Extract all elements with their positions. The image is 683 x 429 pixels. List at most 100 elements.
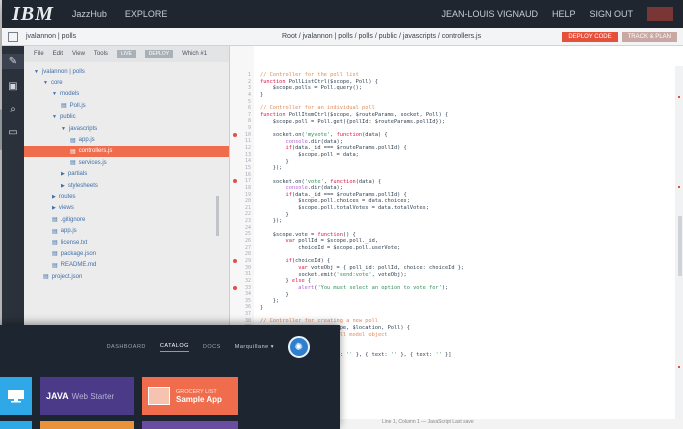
error-marker-icon[interactable] (233, 285, 237, 290)
nav-dashboard[interactable]: DASHBOARD (107, 344, 146, 350)
code-line[interactable]: } (260, 212, 683, 219)
tree-item[interactable]: ▼ jvalannon | polls (24, 66, 229, 77)
nav-docs[interactable]: DOCS (203, 344, 221, 350)
avatar[interactable] (647, 7, 673, 21)
edit-icon[interactable]: ✎ (2, 54, 24, 69)
user-menu[interactable]: JEAN-LOUIS VIGNAUD (441, 9, 538, 19)
tile-runtime[interactable] (0, 377, 32, 415)
tree-item[interactable]: ▶ views (24, 203, 229, 214)
explore-link[interactable]: EXPLORE (125, 9, 168, 19)
chevron-right-icon[interactable]: ▶ (52, 194, 56, 200)
catalog-user-menu[interactable]: Marquillane ▾ (235, 344, 274, 350)
code-line[interactable]: }; (260, 298, 683, 305)
code-line[interactable]: alert('You must select an option to vote… (260, 285, 683, 292)
project-icon[interactable] (8, 31, 18, 42)
tile-row2-1[interactable] (0, 421, 32, 429)
search-icon[interactable]: ⌕ (10, 104, 16, 115)
chevron-right-icon[interactable]: ▶ (52, 205, 56, 211)
code-line[interactable]: var pollId = $scope.poll._id, (260, 238, 683, 245)
tree-item[interactable]: ▤ controllers.js (24, 145, 229, 158)
code-line[interactable] (260, 252, 683, 259)
menu-file[interactable]: File (34, 51, 44, 57)
editor-scrollbar[interactable] (678, 216, 682, 276)
code-line[interactable] (260, 312, 683, 319)
code-line[interactable]: if(choiceId) { (260, 258, 683, 265)
tree-item[interactable]: ▶ partials (24, 169, 229, 180)
tree-item[interactable]: ▤ app.js (24, 225, 229, 236)
chevron-down-icon[interactable]: ▼ (61, 126, 66, 132)
code-line[interactable]: } (260, 92, 683, 99)
code-line[interactable]: }); (260, 165, 683, 172)
code-line[interactable]: var voteObj = { poll_id: pollId, choice:… (260, 265, 683, 272)
code-line[interactable]: } (260, 305, 683, 312)
code-line[interactable]: console.dir(data); (260, 139, 683, 146)
deploy-button[interactable]: DEPLOY CODE (562, 31, 618, 42)
tree-item[interactable]: ▤ services.js (24, 157, 229, 168)
tree-item[interactable]: ▼ models (24, 89, 229, 100)
error-marker-icon[interactable] (233, 132, 237, 137)
code-line[interactable]: $scope.poll.choices = data.choices; (260, 198, 683, 205)
code-line[interactable]: $scope.poll = data; (260, 152, 683, 159)
chevron-down-icon[interactable]: ▼ (52, 114, 57, 120)
watson-avatar-icon[interactable]: ✺ (288, 336, 310, 358)
code-line[interactable] (260, 125, 683, 132)
tile-row2-3[interactable] (142, 421, 238, 429)
code-content[interactable]: // Controller for the poll list function … (260, 72, 683, 365)
tree-item[interactable]: ▤ project.json (24, 271, 229, 282)
code-line[interactable]: function PollListCtrl($scope, Poll) { (260, 79, 683, 86)
code-line[interactable]: $scope.polls = Poll.query(); (260, 85, 683, 92)
code-line[interactable]: console.dir(data); (260, 185, 683, 192)
code-line[interactable]: // Controller for the poll list (260, 72, 683, 79)
tree-item[interactable]: ▤ app.js (24, 134, 229, 145)
code-line[interactable] (260, 172, 683, 179)
chevron-down-icon[interactable]: ▼ (52, 91, 57, 97)
tile-java-web-starter[interactable]: JAVA Web Starter (40, 377, 134, 415)
tree-item[interactable]: ▤ license.txt (24, 237, 229, 248)
project-name[interactable]: jvalannon | polls (26, 33, 76, 40)
chevron-right-icon[interactable]: ▶ (61, 183, 65, 189)
code-line[interactable]: // Controller for creating a new poll (260, 318, 683, 325)
code-line[interactable]: socket.on('myvote', function(data) { (260, 132, 683, 139)
code-line[interactable]: socket.emit('send:vote', voteObj); (260, 272, 683, 279)
tree-item[interactable]: ▤ package.json (24, 248, 229, 259)
tree-item[interactable]: ▼ public (24, 112, 229, 123)
menu-tools[interactable]: Tools (94, 51, 108, 57)
tree-item[interactable]: ▤ README.md (24, 260, 229, 271)
code-line[interactable]: socket.on('vote', function(data) { (260, 179, 683, 186)
help-menu[interactable]: HELP (552, 9, 576, 19)
signout-link[interactable]: SIGN OUT (589, 9, 633, 19)
code-line[interactable] (260, 225, 683, 232)
explorer-scrollbar[interactable] (216, 196, 219, 236)
tree-item[interactable]: ▼ core (24, 77, 229, 88)
live-chip[interactable]: LIVE (116, 50, 136, 58)
menu-edit[interactable]: Edit (53, 51, 63, 57)
tile-grocery-list[interactable]: GROCERY LIST Sample App (142, 377, 238, 415)
menu-view[interactable]: View (72, 51, 85, 57)
code-line[interactable]: $scope.poll.totalVotes = data.totalVotes… (260, 205, 683, 212)
chevron-down-icon[interactable]: ▼ (34, 69, 39, 75)
code-line[interactable]: }); (260, 218, 683, 225)
code-line[interactable]: $scope.vote = function() { (260, 232, 683, 239)
code-line[interactable]: $scope.poll = Poll.get({pollId: $routePa… (260, 119, 683, 126)
track-plan-button[interactable]: TRACK & PLAN (621, 31, 677, 42)
tree-item[interactable]: ▼ javascripts (24, 123, 229, 134)
tree-item[interactable]: ▤ .gitignore (24, 214, 229, 225)
nav-catalog[interactable]: CATALOG (159, 343, 189, 352)
terminal-icon[interactable]: ▭ (8, 127, 17, 138)
code-line[interactable]: // Controller for an individual poll (260, 105, 683, 112)
files-icon[interactable]: ▣ (8, 81, 17, 92)
code-line[interactable]: } (260, 292, 683, 299)
tree-item[interactable]: ▶ stylesheets (24, 180, 229, 191)
chevron-right-icon[interactable]: ▶ (61, 171, 65, 177)
code-line[interactable]: function PollItemCtrl($scope, $routePara… (260, 112, 683, 119)
code-line[interactable] (260, 99, 683, 106)
brand-link[interactable]: JazzHub (72, 9, 107, 19)
code-line[interactable]: } (260, 159, 683, 166)
tree-item[interactable]: ▤ Poll.js (24, 100, 229, 111)
code-line[interactable]: } else { (260, 278, 683, 285)
code-line[interactable]: choiceId = $scope.poll.userVote; (260, 245, 683, 252)
chevron-down-icon[interactable]: ▼ (43, 80, 48, 86)
branch-selector[interactable]: Which #1 (182, 51, 207, 57)
deploy-chip[interactable]: DEPLOY (144, 50, 174, 58)
tile-row2-2[interactable] (40, 421, 134, 429)
